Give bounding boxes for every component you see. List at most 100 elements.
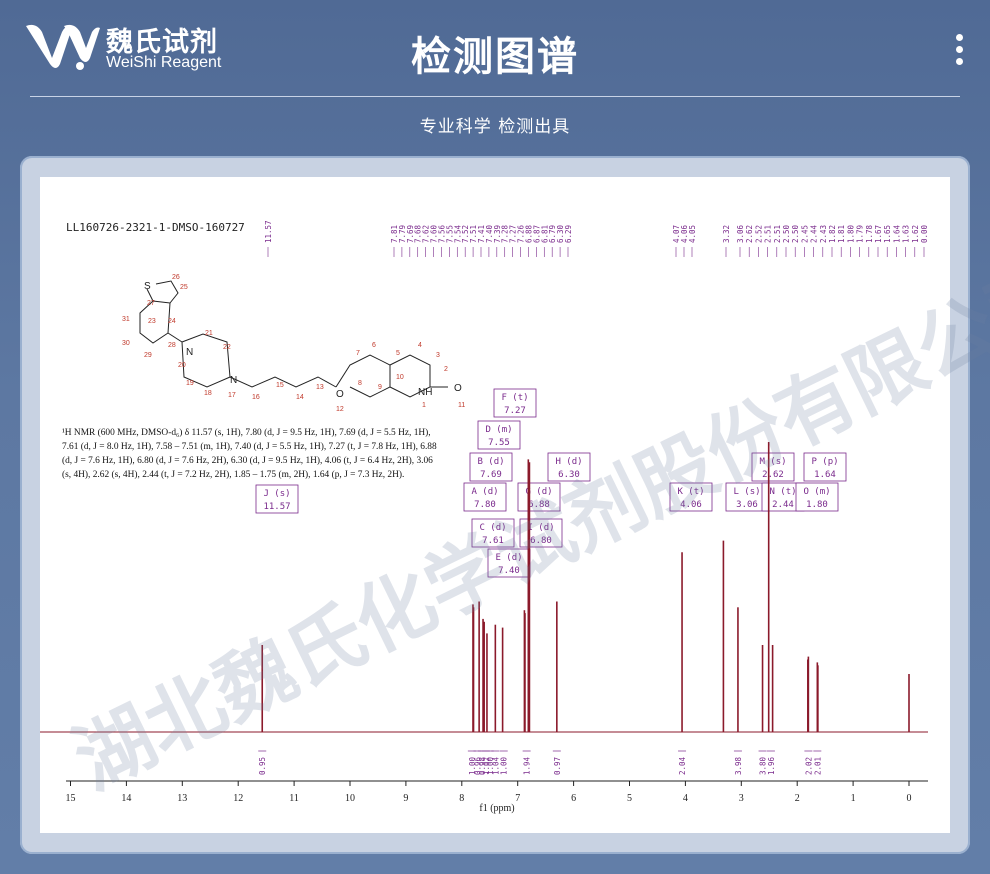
assignment-value: 4.06 [680,500,702,510]
peak-label-aliphatic: 0.00 [920,224,929,243]
atom-label: 2 [444,366,448,373]
assignment-label: C (d) [479,523,506,533]
assignment-value: 7.69 [480,470,502,480]
atom-label: 17 [228,392,236,399]
integral-value: 2.01 [813,757,822,775]
peak-label-aliphatic: 2.51 [764,225,773,243]
nmr-text-line: (d, J = 7.6 Hz, 1H), 6.80 (d, J = 7.6 Hz… [62,455,433,466]
peak-assignment-boxes: J (s) 11.57 F (t) 7.27 D (m) 7.55 B (d) 7.69 A (… [255,388,847,578]
peak-label-aliphatic: 1.67 [874,225,883,243]
peak-label-aliphatic: 1.81 [837,225,846,243]
atom-label: 24 [168,318,176,325]
atom-label: O [454,383,462,394]
axis-tick-label: 15 [66,793,76,804]
atom-label: 15 [276,382,284,389]
assignment-label: D (m) [485,425,512,435]
assignment-value: 7.55 [488,438,510,448]
nmr-text-line: 7.61 (d, J = 8.0 Hz, 1H), 7.58 – 7.51 (m… [62,441,437,452]
atom-label: 29 [144,352,152,359]
assignment-value: 1.64 [814,470,836,480]
atom-label: 3 [436,352,440,359]
nmr-description: ¹H NMR (600 MHz, DMSO-d₆) δ 11.57 (s, 1H… [62,427,437,480]
nmr-text-line: (s, 4H), 2.62 (s, 4H), 2.44 (t, J = 7.2 … [62,469,404,480]
atom-label: 18 [204,390,212,397]
assignment-value: 6.88 [528,500,550,510]
x-axis-ticks: 15 14 13 12 11 10 9 8 7 6 5 4 3 2 1 0 [66,781,912,804]
integral-value: 0.97 [553,757,562,775]
header-divider [30,96,960,97]
assignment-label: I (d) [527,523,554,533]
peak-label-aliphatic: 1.82 [828,225,837,243]
peak-label-aliphatic: 1.65 [883,225,892,243]
assignment-label: L (s) [733,487,760,497]
assignment-label: E (d) [495,553,522,563]
assignment-label: J (s) [263,489,290,499]
atom-label: 28 [168,342,176,349]
nmr-spectrum-svg: LL160726-2321-1-DMSO-160727 11.57 7.817.7… [40,220,929,814]
axis-tick-label: 9 [403,793,408,804]
assignment-label: H (d) [555,457,582,467]
atom-label: 21 [205,330,213,337]
nmr-spectrum-image: LL160726-2321-1-DMSO-160727 11.57 7.81 7.7… [40,177,950,833]
peak-list-labels: 11.57 7.817.797.697.687.627.607.567.557.5… [264,220,929,257]
axis-tick-label: 0 [907,793,912,804]
peak-label-aliphatic: 1.79 [856,225,865,243]
assignment-value: 6.30 [558,470,580,480]
atom-label: 11 [458,402,465,409]
axis-tick-label: 10 [345,793,355,804]
atom-label: 12 [336,406,344,413]
atom-label: 23 [148,318,156,325]
more-menu-button[interactable] [952,34,966,70]
atom-label: NH [418,387,432,398]
axis-tick-label: 2 [795,793,800,804]
peak-label-aliphatic: 1.62 [911,225,920,243]
axis-tick-label: 12 [233,793,243,804]
atom-label: 30 [122,340,130,347]
assignment-label: O (m) [803,487,830,497]
peak-label-aliphatic: 1.63 [902,225,911,243]
page-subtitle: 专业科学 检测出具 [419,117,571,137]
assignment-value: 7.40 [498,566,520,576]
atom-label: 25 [180,284,188,291]
atom-label: 22 [223,344,231,351]
axis-tick-label: 4 [683,793,688,804]
assignment-value: 7.80 [474,500,496,510]
peak-label-aliphatic: 2.44 [810,224,819,243]
axis-tick-label: 14 [121,793,131,804]
peak-label-aliphatic: 2.50 [782,224,791,243]
peak-label-aliphatic: 3.06 [736,224,745,243]
assignment-label: B (d) [477,457,504,467]
axis-tick-label: 1 [851,793,856,804]
atom-label: 1 [422,402,426,409]
assignment-label: M (s) [759,457,786,467]
atom-label: 31 [122,316,130,323]
integral-value: 3.98 [734,756,743,775]
assignment-value: 11.57 [263,502,290,512]
peak-label-aliphatic: 1.80 [846,224,855,243]
axis-tick-label: 5 [627,793,632,804]
axis-tick-label: 11 [289,793,299,804]
integral-value: 1.94 [523,756,532,775]
menu-dot-icon [955,34,963,41]
assignment-value: 1.80 [806,500,828,510]
atom-label: N [230,375,237,386]
atom-label: 4 [418,342,422,349]
assignment-label: K (t) [677,487,704,497]
header: 魏氏试剂 WeiShi Reagent 检测图谱 [0,0,990,96]
nmr-text-line: ¹H NMR (600 MHz, DMSO-d₆) δ 11.57 (s, 1H… [62,427,431,438]
assignment-value: 3.06 [736,500,758,510]
peak-label-aliphatic: 1.64 [892,224,901,243]
integral-value: 2.02 [804,757,813,775]
peak-label-aliphatic: 2.50 [791,224,800,243]
peak-label-aromatic: 6.29 [564,225,573,243]
axis-tick-label: 7 [515,793,520,804]
atom-label: 7 [356,350,360,357]
axis-tick-label: 8 [459,793,464,804]
integral-value: 1.96 [767,756,776,775]
peak-label-k: 4.05 [688,225,697,243]
integral-value: 1.00 [500,756,509,775]
assignment-label: N (t) [769,487,796,497]
atom-label: 14 [296,394,304,401]
menu-dot-icon [955,58,963,65]
atom-label: 19 [186,380,194,387]
